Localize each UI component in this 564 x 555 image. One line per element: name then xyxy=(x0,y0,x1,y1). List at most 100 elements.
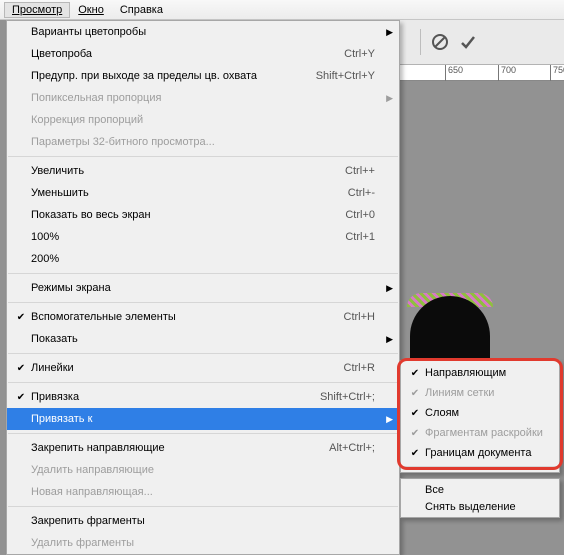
menu-shortcut: Ctrl+Y xyxy=(344,48,379,60)
menu-item-label: Режимы экрана xyxy=(29,282,379,294)
submenu-arrow-icon: ▶ xyxy=(386,334,393,345)
menu-item-label: Варианты цветопробы xyxy=(29,26,379,38)
menu-item-label: Удалить направляющие xyxy=(29,464,379,476)
submenu-item: ✔Линиям сетки xyxy=(401,383,559,403)
snap-to-submenu-extra: Все Снять выделение xyxy=(400,478,560,518)
check-icon: ✔ xyxy=(407,428,423,439)
commit-icon[interactable] xyxy=(459,33,477,51)
menu-item-label: Привязать к xyxy=(29,413,379,425)
submenu-item-label: Слоям xyxy=(423,407,543,419)
submenu-arrow-icon: ▶ xyxy=(386,414,393,425)
menu-item[interactable]: Показать ▶ xyxy=(7,328,399,350)
menu-item: Новая направляющая... xyxy=(7,481,399,503)
submenu-item-label: Направляющим xyxy=(423,367,543,379)
submenu-item-label: Границам документа xyxy=(423,447,543,459)
snap-to-submenu: ✔Направляющим✔Линиям сетки✔Слоям✔Фрагмен… xyxy=(400,360,560,473)
menu-shortcut: Ctrl++ xyxy=(345,165,379,177)
view-menu-dropdown: Варианты цветопробы ▶ ЦветопробаCtrl+Y Пред… xyxy=(6,20,400,555)
submenu-arrow-icon: ▶ xyxy=(386,283,393,294)
menu-item[interactable]: 100%Ctrl+1 xyxy=(7,226,399,248)
menu-view[interactable]: Просмотр xyxy=(4,2,70,18)
menu-item[interactable]: Показать во весь экранCtrl+0 xyxy=(7,204,399,226)
submenu-item[interactable]: Снять выделение xyxy=(401,498,559,515)
menu-item[interactable]: Привязать к ▶ xyxy=(7,408,399,430)
menu-shortcut: Ctrl+1 xyxy=(345,231,379,243)
menu-separator xyxy=(402,466,558,467)
submenu-item[interactable]: ✔Слоям xyxy=(401,403,559,423)
menu-item: Коррекция пропорций xyxy=(7,109,399,131)
menu-separator xyxy=(8,433,398,434)
toolbar-divider xyxy=(420,29,421,55)
menu-shortcut: Alt+Ctrl+; xyxy=(329,442,379,454)
menu-item[interactable]: ✔Вспомогательные элементыCtrl+H xyxy=(7,306,399,328)
check-icon: ✔ xyxy=(407,408,423,419)
cancel-icon[interactable] xyxy=(431,33,449,51)
menu-item-label: Удалить фрагменты xyxy=(29,537,379,549)
menu-help[interactable]: Справка xyxy=(112,2,171,18)
submenu-item[interactable]: Все xyxy=(401,481,559,498)
menu-item-label: Новая направляющая... xyxy=(29,486,379,498)
submenu-item: ✔Фрагментам раскройки xyxy=(401,423,559,443)
menu-item-label: Попиксельная пропорция xyxy=(29,92,379,104)
menu-separator xyxy=(8,273,398,274)
menu-item-label: Коррекция пропорций xyxy=(29,114,379,126)
menubar: Просмотр Окно Справка xyxy=(0,0,564,20)
menu-item: Параметры 32-битного просмотра... xyxy=(7,131,399,153)
toolbar xyxy=(400,20,564,65)
menu-item: Удалить фрагменты xyxy=(7,532,399,554)
submenu-item-label: Все xyxy=(423,484,539,496)
menu-shortcut: Shift+Ctrl+; xyxy=(320,391,379,403)
menu-item[interactable]: УвеличитьCtrl++ xyxy=(7,160,399,182)
check-icon: ✔ xyxy=(13,392,29,403)
menu-separator xyxy=(8,156,398,157)
menu-item[interactable]: Закрепить фрагменты xyxy=(7,510,399,532)
menu-item[interactable]: Предупр. при выходе за пределы цв. охват… xyxy=(7,65,399,87)
check-icon: ✔ xyxy=(407,448,423,459)
menu-item: Удалить направляющие xyxy=(7,459,399,481)
ruler-tick: 700 xyxy=(498,65,516,81)
menu-item-label: Закрепить фрагменты xyxy=(29,515,379,527)
menu-item-label: 100% xyxy=(29,231,345,243)
menu-item[interactable]: Режимы экрана ▶ xyxy=(7,277,399,299)
menu-separator xyxy=(8,302,398,303)
menu-item-label: Линейки xyxy=(29,362,344,374)
menu-window[interactable]: Окно xyxy=(70,2,112,18)
menu-item[interactable]: 200% xyxy=(7,248,399,270)
menu-item[interactable]: ✔ПривязкаShift+Ctrl+; xyxy=(7,386,399,408)
menu-separator xyxy=(8,353,398,354)
menu-item[interactable]: ✔ЛинейкиCtrl+R xyxy=(7,357,399,379)
ruler-tick: 650 xyxy=(445,65,463,81)
menu-item[interactable]: ЦветопробаCtrl+Y xyxy=(7,43,399,65)
submenu-arrow-icon: ▶ xyxy=(386,93,393,104)
check-icon: ✔ xyxy=(13,363,29,374)
menu-shortcut: Ctrl+R xyxy=(344,362,379,374)
submenu-item[interactable]: ✔Направляющим xyxy=(401,363,559,383)
menu-shortcut: Ctrl+- xyxy=(348,187,379,199)
menu-item-label: Увеличить xyxy=(29,165,345,177)
menu-item-label: 200% xyxy=(29,253,379,265)
menu-item-label: Уменьшить xyxy=(29,187,348,199)
menu-item[interactable]: УменьшитьCtrl+- xyxy=(7,182,399,204)
check-icon: ✔ xyxy=(13,312,29,323)
submenu-item[interactable]: ✔Границам документа xyxy=(401,443,559,463)
menu-item-label: Привязка xyxy=(29,391,320,403)
menu-item-label: Вспомогательные элементы xyxy=(29,311,344,323)
menu-item-label: Закрепить направляющие xyxy=(29,442,329,454)
menu-separator xyxy=(8,506,398,507)
menu-item-label: Показать xyxy=(29,333,379,345)
menu-shortcut: Ctrl+0 xyxy=(345,209,379,221)
menu-item-label: Предупр. при выходе за пределы цв. охват… xyxy=(29,70,316,82)
menu-item-label: Параметры 32-битного просмотра... xyxy=(29,136,379,148)
menu-shortcut: Ctrl+H xyxy=(344,311,379,323)
ruler-tick: 750 xyxy=(550,65,564,81)
submenu-item-label: Линиям сетки xyxy=(423,387,543,399)
submenu-item-label: Фрагментам раскройки xyxy=(423,427,543,439)
check-icon: ✔ xyxy=(407,368,423,379)
menu-item[interactable]: Закрепить направляющиеAlt+Ctrl+; xyxy=(7,437,399,459)
submenu-arrow-icon: ▶ xyxy=(386,27,393,38)
menu-separator xyxy=(8,382,398,383)
ruler-horizontal: 650 700 750 xyxy=(400,65,564,81)
menu-item: Попиксельная пропорция ▶ xyxy=(7,87,399,109)
check-icon: ✔ xyxy=(407,388,423,399)
menu-item[interactable]: Варианты цветопробы ▶ xyxy=(7,21,399,43)
